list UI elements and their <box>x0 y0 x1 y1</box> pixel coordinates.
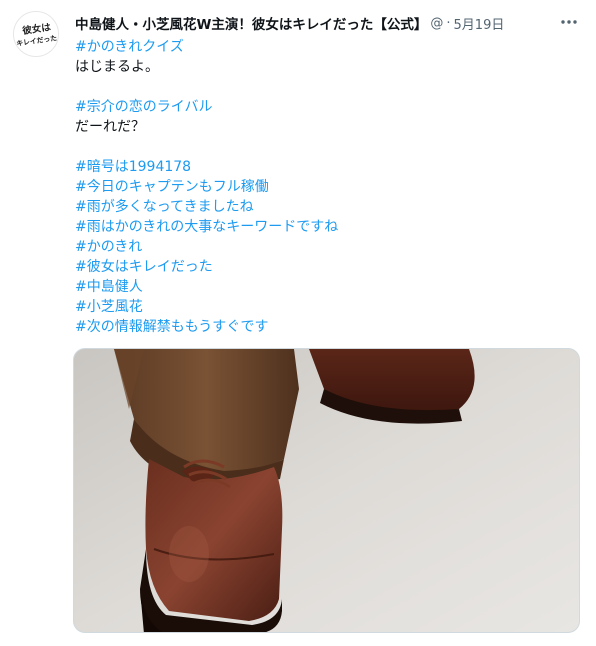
text-line: だーれだ？ <box>75 119 145 135</box>
hashtag-link[interactable]: #雨はかのきれの大事なキーワードですね <box>75 217 575 237</box>
hashtag-link[interactable]: #宗介の恋のライバル <box>75 97 575 117</box>
hashtag-link[interactable]: #小芝風花 <box>75 297 575 317</box>
hashtag-link[interactable]: #かのきれ <box>75 237 575 257</box>
hashtag-link[interactable]: #彼女はキレイだった <box>75 257 575 277</box>
more-options-button[interactable] <box>558 12 580 32</box>
hashtag-link[interactable]: #中島健人 <box>75 277 575 297</box>
author-handle[interactable]: @ <box>430 16 443 31</box>
avatar[interactable]: 彼女は キレイだった <box>13 11 59 57</box>
more-options-icon <box>561 20 577 24</box>
author-name[interactable]: 中島健人・小芝風花W主演！彼女はキレイだった【公式】 <box>75 13 427 33</box>
hashtag-link[interactable]: #かのきれクイズ <box>75 37 575 57</box>
hashtag-link[interactable]: #雨が多くなってきましたね <box>75 197 575 217</box>
text-line: はじまるよ。 <box>75 59 159 75</box>
separator-dot: · <box>446 15 451 31</box>
tweet-header: 中島健人・小芝風花W主演！彼女はキレイだった【公式】 @ · 5月19日 <box>75 12 545 34</box>
tweet-text: #かのきれクイズはじまるよ。 #宗介の恋のライバルだーれだ？ #暗号は1994178… <box>75 37 575 337</box>
show-logo-avatar: 彼女は キレイだった <box>14 12 58 56</box>
tweet[interactable]: 彼女は キレイだった 中島健人・小芝風花W主演！彼女はキレイだった【公式】 @ … <box>0 0 596 646</box>
hashtag-link[interactable]: #次の情報解禁ももうすぐです <box>75 317 575 337</box>
hashtag-link[interactable]: #暗号は1994178 <box>75 157 575 177</box>
tweet-photo[interactable] <box>73 348 580 633</box>
boot-photo <box>74 349 579 632</box>
tweet-date[interactable]: 5月19日 <box>454 14 505 33</box>
hashtag-link[interactable]: #今日のキャプテンもフル稼働 <box>75 177 575 197</box>
